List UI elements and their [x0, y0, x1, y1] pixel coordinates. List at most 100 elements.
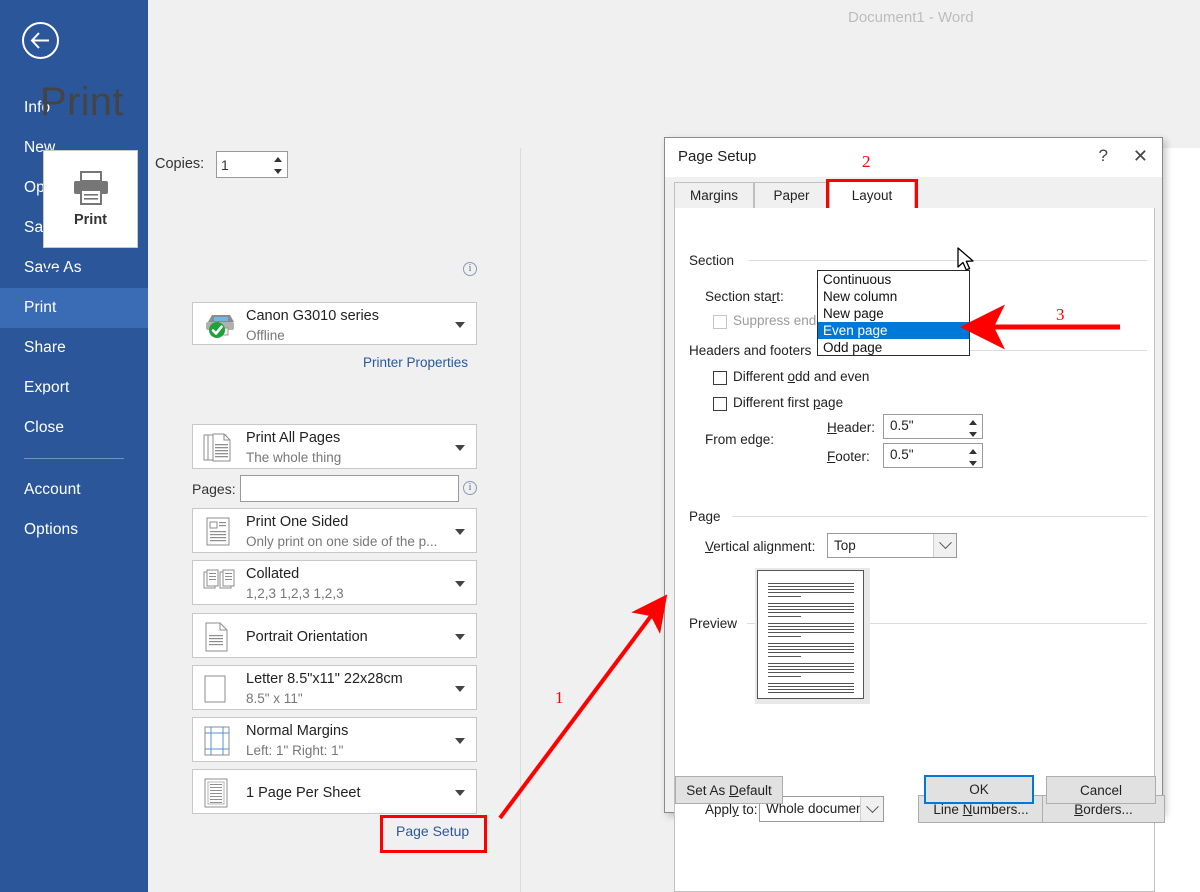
copies-stepper[interactable]: [216, 151, 288, 178]
cancel-button[interactable]: Cancel: [1046, 776, 1156, 804]
section-group-label: Section: [689, 253, 741, 268]
setting-title: Print All Pages: [246, 430, 341, 446]
print-button[interactable]: Print: [43, 150, 138, 248]
suppress-endnotes-checkbox[interactable]: [713, 315, 727, 329]
tab-paper[interactable]: Paper: [754, 182, 829, 209]
preview-group-label: Preview: [689, 616, 744, 631]
apply-to-dropdown-button[interactable]: [860, 797, 883, 821]
margins-icon: [203, 726, 231, 761]
pages-per-sheet-glyph: [204, 778, 228, 808]
chevron-down-icon: [455, 685, 465, 692]
backstage-sidebar: Info New Open Save Save As Print Share E…: [0, 0, 148, 892]
collated-icon: [203, 568, 235, 597]
pages-per-sheet-icon: [203, 778, 229, 813]
setting-title: Print One Sided: [246, 514, 349, 530]
vertical-alignment-value: Top: [834, 538, 856, 553]
sidebar-item-print[interactable]: Print: [0, 288, 148, 328]
printer-info-icon[interactable]: i: [463, 262, 477, 276]
setting-margins[interactable]: Normal Margins Left: 1" Right: 1": [192, 717, 477, 762]
header-spinner[interactable]: [964, 416, 981, 441]
option-new-column[interactable]: New column: [818, 288, 969, 305]
footer-spin-up[interactable]: [964, 445, 981, 458]
caret-up-icon: [968, 448, 977, 454]
caret-up-icon: [273, 156, 282, 162]
tab-label: Margins: [689, 188, 738, 203]
setting-paper-size[interactable]: Letter 8.5"x11" 22x28cm 8.5" x 11": [192, 665, 477, 710]
portrait-icon: [203, 622, 231, 657]
copies-input[interactable]: [217, 152, 269, 177]
footer-spin-down[interactable]: [964, 458, 981, 471]
setting-title: 1 Page Per Sheet: [246, 785, 361, 801]
collated-glyph: [203, 569, 235, 589]
dialog-title: Page Setup: [678, 148, 757, 165]
pane-divider: [520, 148, 521, 892]
pages-label: Pages:: [192, 481, 236, 497]
sidebar-item-label: Close: [24, 419, 65, 436]
back-arrow-icon[interactable]: [22, 22, 59, 59]
sidebar-item-account[interactable]: Account: [0, 470, 148, 510]
annotation-number-2: 2: [862, 152, 871, 171]
different-first-page-checkbox[interactable]: [713, 397, 727, 411]
option-continuous[interactable]: Continuous: [818, 271, 969, 288]
pages-input[interactable]: [240, 475, 459, 502]
footer-spinner[interactable]: [964, 445, 981, 470]
setting-duplex[interactable]: Print One Sided Only print on one side o…: [192, 508, 477, 553]
setting-title: Normal Margins: [246, 723, 349, 739]
copies-spinner[interactable]: [269, 153, 286, 178]
vertical-alignment-dropdown-button[interactable]: [933, 534, 956, 557]
setting-sub: 8.5" x 11": [246, 691, 303, 706]
setting-sub: Left: 1" Right: 1": [246, 743, 344, 758]
pages-stack-icon: [203, 432, 233, 468]
header-label: Header:: [827, 420, 876, 435]
option-even-page[interactable]: Even page: [818, 322, 969, 339]
chevron-down-icon: [455, 528, 465, 535]
section-group-rule: [749, 260, 1147, 261]
footer-label: Footer:: [827, 449, 870, 464]
setting-collation[interactable]: Collated 1,2,3 1,2,3 1,2,3: [192, 560, 477, 605]
page-setup-dialog: Page Setup ? ✕ Margins Paper Layout Sect…: [664, 137, 1165, 892]
printer-heading: Printer: [41, 264, 115, 292]
vertical-alignment-dropdown[interactable]: Top: [827, 533, 957, 558]
sidebar-item-options[interactable]: Options: [0, 510, 148, 550]
window-title: Document1 - Word: [848, 9, 974, 26]
setting-title: Letter 8.5"x11" 22x28cm: [246, 671, 403, 687]
header-distance-field[interactable]: 0.5": [883, 414, 983, 439]
sidebar-item-label: Options: [24, 521, 79, 538]
option-new-page[interactable]: New page: [818, 305, 969, 322]
settings-heading: Settings: [41, 388, 132, 416]
one-sided-glyph: [206, 517, 230, 546]
ok-button[interactable]: OK: [924, 775, 1034, 804]
print-button-label: Print: [73, 212, 108, 228]
printer-properties-link[interactable]: Printer Properties: [363, 355, 468, 370]
header-spin-up[interactable]: [964, 416, 981, 429]
chevron-down-icon: [938, 536, 952, 550]
footer-distance-field[interactable]: 0.5": [883, 443, 983, 468]
section-start-option-list[interactable]: Continuous New column New page Even page…: [817, 270, 970, 356]
header-distance-value: 0.5": [890, 418, 914, 433]
paper-size-glyph: [204, 675, 226, 703]
tab-label: Paper: [773, 188, 810, 203]
header-spin-down[interactable]: [964, 429, 981, 442]
copies-spin-down[interactable]: [269, 166, 286, 179]
setting-pages-per-sheet[interactable]: 1 Page Per Sheet: [192, 769, 477, 814]
sidebar-item-share[interactable]: Share: [0, 328, 148, 368]
caret-down-icon: [968, 461, 977, 467]
setting-orientation[interactable]: Portrait Orientation: [192, 613, 477, 658]
page-setup-link[interactable]: Page Setup: [396, 823, 469, 839]
option-odd-page[interactable]: Odd page: [818, 339, 969, 356]
copies-spin-up[interactable]: [269, 153, 286, 166]
printer-selector[interactable]: Canon G3010 series Offline: [192, 302, 477, 345]
page-preview-sheet: [757, 570, 864, 699]
chevron-down-icon: [455, 789, 465, 796]
help-icon[interactable]: ?: [1099, 146, 1108, 166]
printer-status-icon: [203, 310, 237, 343]
different-odd-even-checkbox[interactable]: [713, 371, 727, 385]
tab-margins[interactable]: Margins: [674, 182, 754, 209]
setting-print-range[interactable]: Print All Pages The whole thing: [192, 424, 477, 469]
annotation-number-3: 3: [1056, 305, 1065, 324]
chevron-down-icon: [865, 799, 879, 813]
close-icon[interactable]: ✕: [1133, 146, 1148, 166]
set-as-default-button[interactable]: Set As Default: [675, 776, 783, 804]
pages-info-icon[interactable]: i: [463, 481, 477, 495]
caret-down-icon: [968, 432, 977, 438]
